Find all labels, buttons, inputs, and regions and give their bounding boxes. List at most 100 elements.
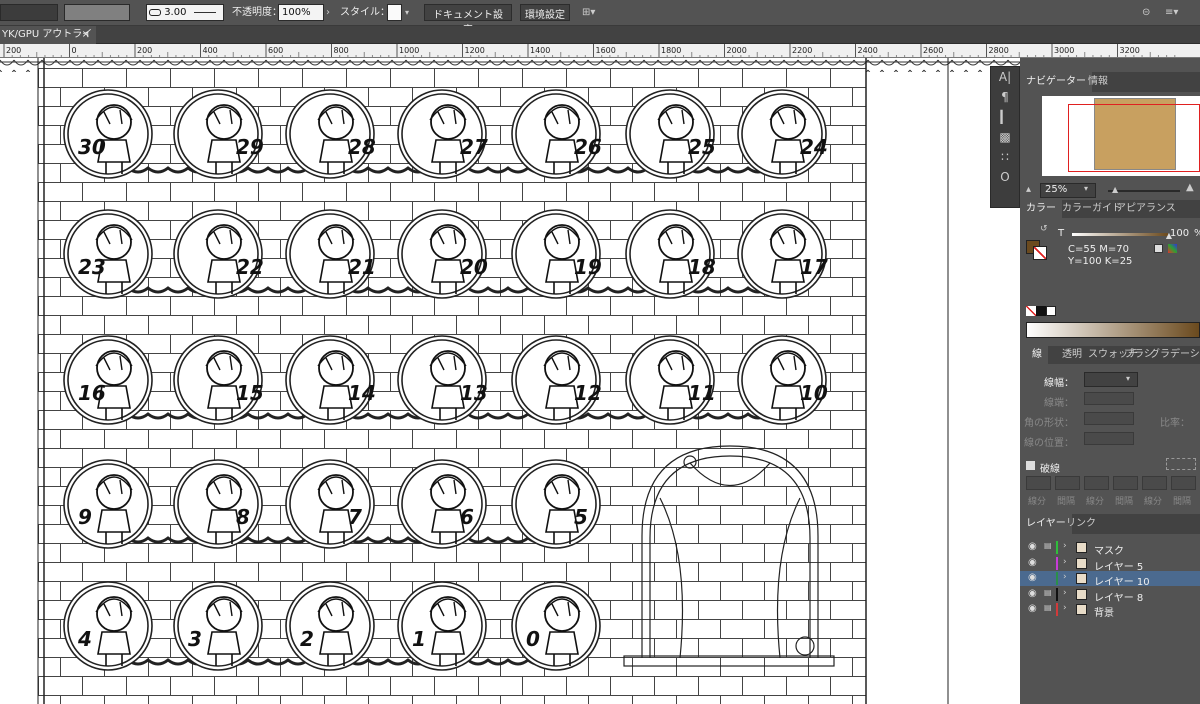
medallion-number: 17 bbox=[800, 255, 828, 279]
align-icon[interactable]: ▎ bbox=[991, 107, 1019, 127]
paragraph-icon[interactable]: ¶ bbox=[991, 87, 1019, 107]
artboard-canvas[interactable]: 30 29 28 27 26 25 24 23 22 21 20 19 18 17 16 15 14 13 12 11… bbox=[0, 58, 1020, 704]
zoom-slider[interactable]: ▲ bbox=[1108, 185, 1180, 194]
lock-icon[interactable]: ▤ bbox=[1044, 541, 1052, 550]
zoom-in-icon[interactable]: ▲ bbox=[1186, 182, 1194, 193]
tab-info[interactable]: 情報 bbox=[1088, 72, 1108, 92]
style-swatch[interactable] bbox=[387, 4, 402, 21]
dash-field[interactable] bbox=[1113, 476, 1138, 490]
navigator-preview[interactable] bbox=[1042, 96, 1200, 176]
zoom-dropdown-icon[interactable]: ▾ bbox=[1084, 184, 1088, 193]
dash-field[interactable] bbox=[1084, 476, 1109, 490]
align-buttons[interactable] bbox=[1084, 432, 1134, 445]
layer-color-bar bbox=[1056, 556, 1058, 570]
ruler-label: 2800 bbox=[989, 46, 1009, 55]
tab-layers[interactable]: レイヤー bbox=[1020, 514, 1072, 534]
zoom-slider-thumb[interactable]: ▲ bbox=[1112, 185, 1118, 194]
corner-buttons[interactable] bbox=[1084, 412, 1134, 425]
transform-icon[interactable]: ∷ bbox=[991, 147, 1019, 167]
cap-buttons[interactable] bbox=[1084, 392, 1134, 405]
tab-navigator[interactable]: ナビゲーター bbox=[1020, 72, 1092, 92]
layer-row[interactable]: ◉ ▤ › 背景 bbox=[1020, 602, 1200, 619]
dashed-checkbox[interactable] bbox=[1026, 461, 1035, 470]
color-ramp[interactable] bbox=[1026, 322, 1200, 338]
layer-row[interactable]: ◉ › レイヤー 5 bbox=[1020, 556, 1200, 573]
fill-dropdown[interactable] bbox=[0, 4, 58, 21]
lock-icon[interactable]: ▤ bbox=[1044, 603, 1052, 612]
medallion-number: 2 bbox=[300, 627, 314, 651]
document-settings-button[interactable]: ドキュメント設定 bbox=[424, 4, 512, 36]
medallion-number: 18 bbox=[688, 255, 716, 279]
stroke-weight-dropdown-icon[interactable]: ▾ bbox=[1126, 374, 1130, 383]
align-options-icon[interactable]: ⊞▾ bbox=[582, 4, 595, 21]
layer-row[interactable]: ◉ ▤ › マスク bbox=[1020, 540, 1200, 557]
dash-field[interactable] bbox=[1055, 476, 1080, 490]
tab-links[interactable]: リンク bbox=[1066, 514, 1096, 534]
new-swatch-icon[interactable] bbox=[1154, 244, 1163, 253]
layer-color-bar bbox=[1056, 603, 1058, 616]
tab-color-guide[interactable]: カラーガイド bbox=[1062, 200, 1122, 218]
stroke-color-well[interactable] bbox=[64, 4, 130, 21]
close-icon[interactable]: × bbox=[82, 26, 90, 44]
tab-transparency[interactable]: 透明 bbox=[1062, 346, 1082, 364]
dash-field-label: 線分 bbox=[1086, 497, 1105, 507]
spectrum-mode-icon[interactable] bbox=[1168, 244, 1177, 253]
navigator-viewbox[interactable] bbox=[1068, 104, 1200, 172]
tab-color[interactable]: カラー bbox=[1020, 200, 1062, 218]
lock-icon[interactable]: ▤ bbox=[1044, 588, 1052, 597]
pathfinder-icon[interactable]: ▩ bbox=[991, 127, 1019, 147]
tab-stroke[interactable]: 線 bbox=[1020, 346, 1048, 364]
medallion-ring bbox=[285, 581, 375, 671]
visibility-eye-icon[interactable]: ◉ bbox=[1028, 603, 1037, 614]
none-color-chip[interactable] bbox=[1026, 306, 1036, 316]
medallion-number: 12 bbox=[574, 381, 602, 405]
tint-field[interactable]: 100 bbox=[1170, 227, 1192, 240]
dash-field[interactable] bbox=[1142, 476, 1167, 490]
medallion-ring bbox=[397, 459, 487, 549]
opacity-arrow-icon[interactable]: › bbox=[326, 4, 330, 21]
visibility-eye-icon[interactable]: ◉ bbox=[1028, 572, 1037, 583]
navigator-zoom-bar: ▴ 25% ▾ ▲ ▲ bbox=[1020, 182, 1200, 200]
layer-row[interactable]: ◉ › レイヤー 10 bbox=[1020, 571, 1200, 588]
horizontal-ruler[interactable]: 200 0 200 400 600 800 1000 1200 1400 1600 1800 2000… bbox=[0, 44, 1200, 58]
tab-gradient[interactable]: グラデーション bbox=[1150, 346, 1200, 364]
document-tab[interactable]: YK/GPU アウトライン) × bbox=[0, 26, 96, 58]
panel-menu-icon[interactable]: ≡▾ bbox=[1165, 4, 1178, 21]
medallion-ring bbox=[397, 581, 487, 671]
stroke-swatch[interactable] bbox=[1033, 246, 1047, 260]
stroke-weight-field[interactable]: 3.00 bbox=[146, 4, 224, 21]
style-label: スタイル： bbox=[340, 7, 390, 18]
ruler-label: 1600 bbox=[596, 46, 616, 55]
preferences-button[interactable]: 環境設定 bbox=[520, 4, 570, 21]
expand-arrow-icon[interactable]: › bbox=[1063, 541, 1067, 551]
dash-field[interactable] bbox=[1171, 476, 1196, 490]
medallion-ring bbox=[285, 89, 375, 179]
medallion-number: 1 bbox=[412, 627, 426, 651]
style-dropdown-icon[interactable]: ▾ bbox=[405, 4, 409, 21]
visibility-eye-icon[interactable]: ◉ bbox=[1028, 588, 1037, 599]
white-chip[interactable] bbox=[1046, 306, 1056, 316]
dash-align-buttons[interactable] bbox=[1166, 458, 1196, 470]
expand-arrow-icon[interactable]: › bbox=[1063, 557, 1067, 567]
zoom-out-icon[interactable]: ▴ bbox=[1026, 184, 1031, 195]
expand-arrow-icon[interactable]: › bbox=[1063, 588, 1067, 598]
character-icon[interactable]: A| bbox=[991, 67, 1019, 87]
medallion-ring bbox=[625, 89, 715, 179]
expand-arrow-icon[interactable]: › bbox=[1063, 603, 1067, 613]
dash-field[interactable] bbox=[1026, 476, 1051, 490]
black-chip[interactable] bbox=[1036, 306, 1046, 316]
opacity-value: 100% bbox=[282, 7, 311, 18]
opacity-field[interactable]: 100% bbox=[278, 4, 324, 21]
swap-icon[interactable]: ↺ bbox=[1040, 224, 1048, 234]
arrange-docs-icon[interactable]: ⊝ bbox=[1142, 4, 1150, 21]
tab-appearance[interactable]: アピアランス bbox=[1116, 200, 1176, 218]
expand-arrow-icon[interactable]: › bbox=[1063, 572, 1067, 582]
layer-row[interactable]: ◉ ▤ › レイヤー 8 bbox=[1020, 587, 1200, 604]
tint-slider[interactable]: ▲ bbox=[1072, 231, 1172, 240]
layer-name: 背景 bbox=[1094, 608, 1114, 619]
opentype-icon[interactable]: O bbox=[991, 167, 1019, 187]
visibility-eye-icon[interactable]: ◉ bbox=[1028, 541, 1037, 552]
medallion-ring bbox=[625, 335, 715, 425]
visibility-eye-icon[interactable]: ◉ bbox=[1028, 557, 1037, 568]
artwork: 30 29 28 27 26 25 2423 22 21 20 19 18 1716 15 14 13 12 11… bbox=[0, 58, 1020, 704]
